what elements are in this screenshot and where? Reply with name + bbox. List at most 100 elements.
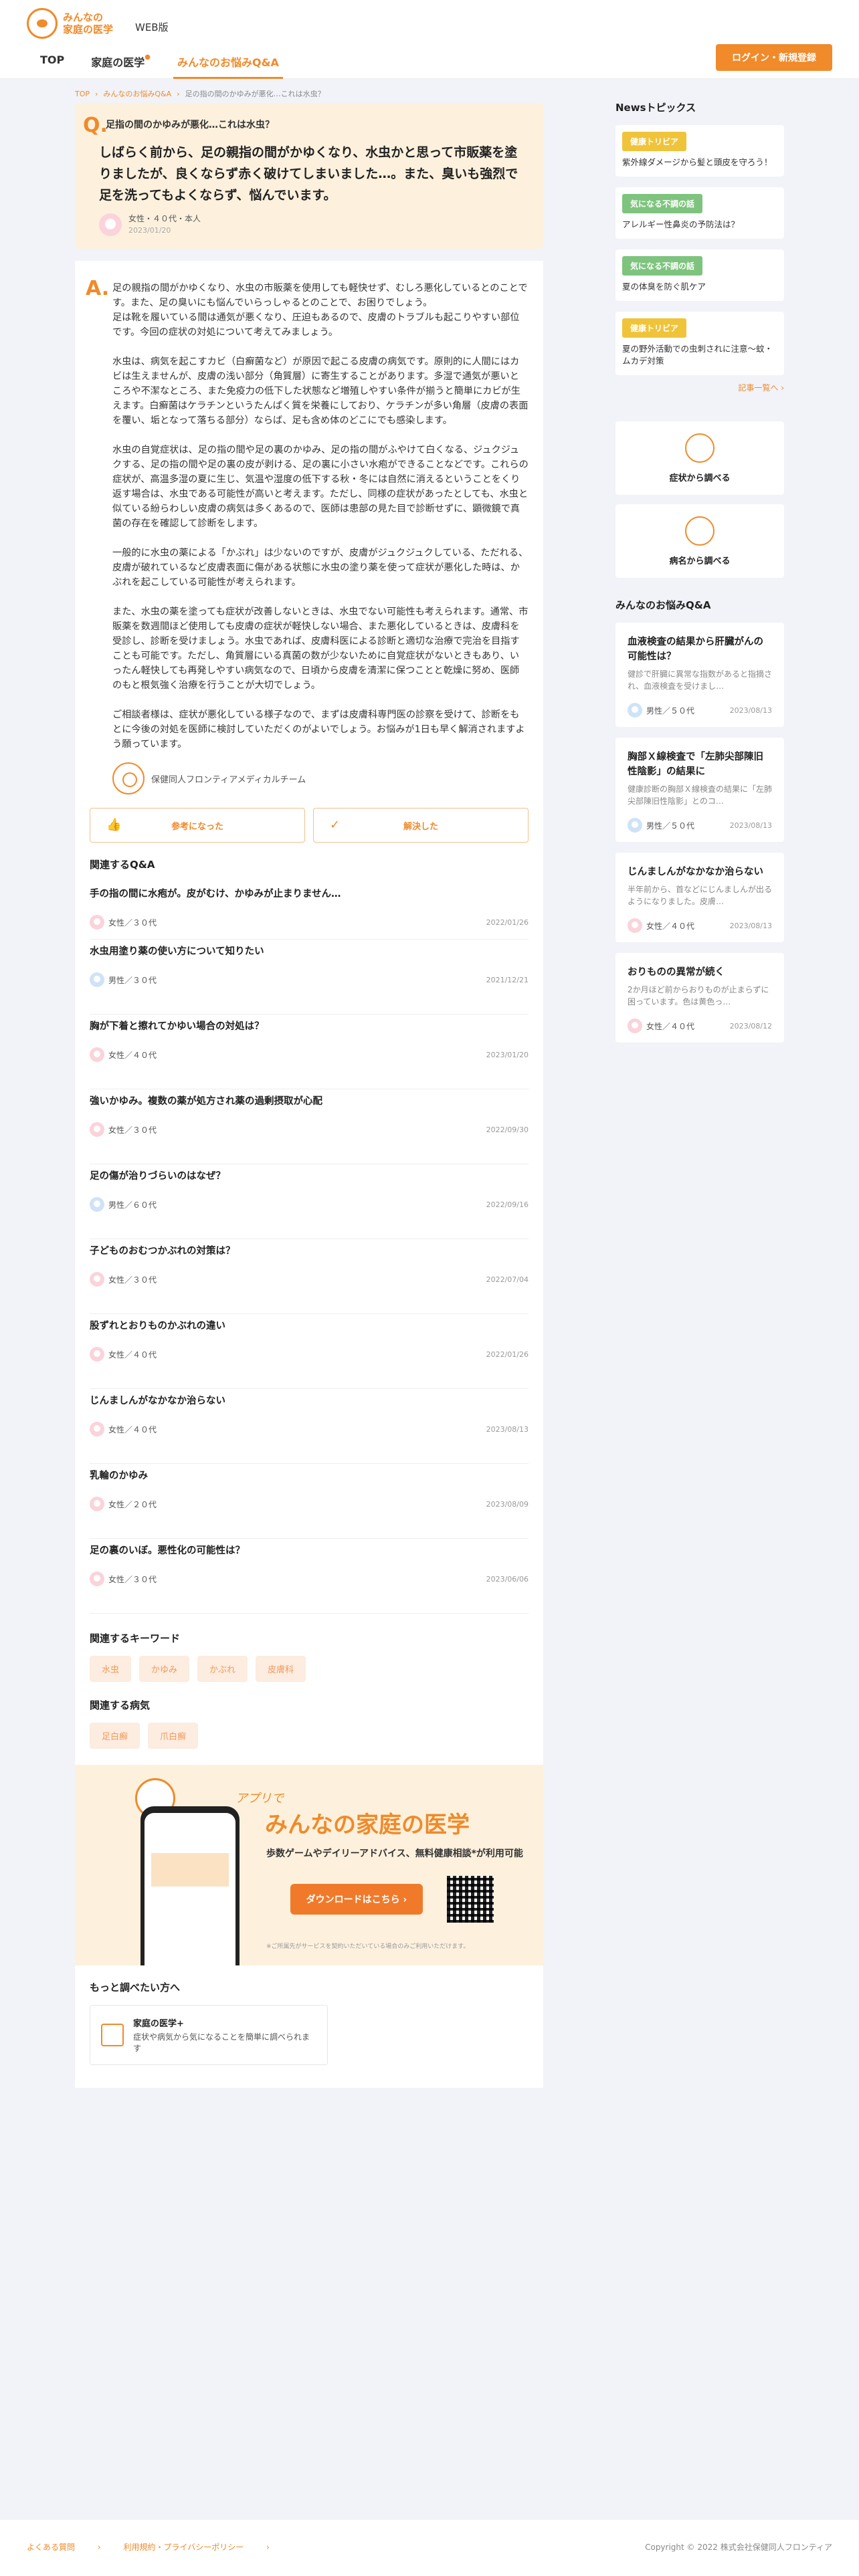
nav-home-medicine[interactable]: 家庭の医学● [78,45,164,79]
news-item[interactable]: 気になる不調の話 夏の体臭を防ぐ肌ケア [615,249,784,301]
related-qa-item[interactable]: 股ずれとおりものかぶれの違い 女性／４０代 2022/01/26 [90,1314,529,1389]
answer-card: A. 足の親指の間がかゆくなり、水虫の市販薬を使用しても軽快せず、むしろ悪化して… [75,261,543,2088]
medical-team-icon [112,762,145,794]
news-item[interactable]: 健康トリビア 夏の野外活動での虫刺されに注意〜蚊・ムカデ対策 [615,312,784,375]
related-qa-item[interactable]: 子どものおむつかぶれの対策は？ 女性／３０代 2022/07/04 [90,1239,529,1314]
related-qa-list: 手の指の間に水疱が。皮がむけ、かゆみが止まりません… 女性／３０代 2022/01/… [90,882,529,1614]
news-badge: 健康トリビア [622,132,687,151]
related-qa-user: 男性／６０代 [108,1200,157,1210]
breadcrumb-current: 足の指の間のかゆみが悪化…これは水虫？ [185,90,325,98]
disease-tag[interactable]: 爪白癬 [148,1723,199,1749]
feedback-row: 👍 参考になった ✓ 解決した [90,808,529,843]
nav-qa[interactable]: みんなのお悩みQ&A [164,45,292,79]
news-item[interactable]: 気になる不調の話 アレルギー性鼻炎の予防法は？ [615,187,784,239]
avatar-icon [90,915,104,930]
more-card-title: 家庭の医学+ [133,2018,184,2029]
question-body: しばらく前から、足の親指の間がかゆくなり、水虫かと思って市販薬を塗りましたが、良… [99,145,518,203]
disease-tags: 足白癬 爪白癬 [90,1723,529,1749]
avatar-icon [628,1018,642,1033]
related-qa-meta: 女性／３０代 2023/06/06 [90,1572,529,1586]
news-item[interactable]: 健康トリビア 紫外線ダメージから髪と頭皮を守ろう！ [615,125,784,177]
related-qa-date: 2023/06/06 [486,1574,529,1584]
breadcrumb-qa[interactable]: みんなのお悩みQ&A [103,90,171,98]
news-badge: 気になる不調の話 [622,194,703,213]
related-qa-item[interactable]: 手の指の間に水疱が。皮がむけ、かゆみが止まりません… 女性／３０代 2022/01/… [90,882,529,940]
logo-mark-icon [27,8,58,39]
related-qa-item[interactable]: 足の傷が治りづらいのはなぜ？ 男性／６０代 2022/09/16 [90,1164,529,1239]
search-by-symptom[interactable]: 症状から調べる [615,421,784,495]
disease-tag[interactable]: 足白癬 [90,1723,140,1749]
app-subtitle: 歩数ゲームやデイリーアドバイス、無料健康相談*が利用可能 [266,1848,523,1859]
page: みんなの 家庭の医学 WEB版 TOP 家庭の医学● みんなのお悩みQ&A ログ… [0,0,859,2576]
answer-paragraph: ご相談者様は、症状が悪化している様子なので、まずは皮膚科専門医の診察を受けて、診… [112,710,525,750]
avatar-icon [90,1272,104,1287]
related-qa-user: 女性／３０代 [108,918,157,928]
face-icon [685,433,714,463]
related-qa-question: 乳輪のかゆみ [90,1471,148,1481]
keyword-tag[interactable]: 皮膚科 [256,1656,306,1682]
related-qa-user: 女性／２０代 [108,1499,157,1509]
sidebar-qa-card[interactable]: 血液検査の結果から肝臓がんの可能性は？ 健診で肝臓に異常な指数があると指摘され、血… [615,623,784,727]
avatar-icon [90,972,104,987]
question-mark: Q. [83,114,108,137]
keywords-title: 関連するキーワード [90,1632,181,1644]
nav-top[interactable]: TOP [27,45,78,79]
answer-paragraph: 足の親指の間がかゆくなり、水虫の市販薬を使用しても軽快せず、むしろ悪化していると… [112,283,528,338]
helpful-button[interactable]: 👍 参考になった [90,808,305,843]
solved-button[interactable]: ✓ 解決した [313,808,529,843]
keyword-tag[interactable]: 水虫 [90,1656,132,1682]
avatar-icon [90,1197,104,1212]
answer-author: 保健同人フロンティアメディカルチーム [112,762,529,794]
related-qa-item[interactable]: じんましんがなかなか治らない 女性／４０代 2023/08/13 [90,1389,529,1464]
related-qa-item[interactable]: 足の裏のいぼ。悪性化の可能性は？ 女性／３０代 2023/06/06 [90,1539,529,1614]
news-more-link[interactable]: 記事一覧へ › [615,382,784,393]
sidebar-qa-title: 血液検査の結果から肝臓がんの可能性は？ [628,637,763,662]
breadcrumb-chevron-icon: › [177,90,180,98]
related-qa-date: 2022/01/26 [486,918,529,927]
related-qa-meta: 男性／３０代 2021/12/21 [90,972,529,987]
download-button[interactable]: ダウンロードはこちら › [290,1884,423,1915]
sidebar-qa-card[interactable]: おりものの異常が続く 2か月ほど前からおりものが止まらずに困っています。色は黄色っ… [615,953,784,1043]
answer-paragraph: また、水虫の薬を塗っても症状が改善しないときは、水虫でない可能性も考えられます。… [112,607,529,691]
related-qa-user: 女性／３０代 [108,1574,157,1584]
app-title: みんなの家庭の医学 [265,1812,470,1838]
sidebar-qa-desc: 半年前から、首などにじんましんが出るようになりました。皮膚… [628,885,773,906]
related-qa-question: 股ずれとおりものかぶれの違い [90,1321,225,1331]
avatar-icon [90,1047,104,1062]
app-banner: アプリで みんなの家庭の医学 歩数ゲームやデイリーアドバイス、無料健康相談*が利… [75,1765,543,1965]
keyword-tag[interactable]: かぶれ [197,1656,248,1682]
related-qa-user: 男性／３０代 [108,975,157,985]
diseases-title: 関連する病気 [90,1699,151,1711]
keyword-tag[interactable]: かゆみ [139,1656,190,1682]
related-qa-item[interactable]: 胸が下着と擦れてかゆい場合の対処は？ 女性／４０代 2023/01/20 [90,1014,529,1089]
related-qa-item[interactable]: 水虫用塗り薬の使い方について知りたい 男性／３０代 2021/12/21 [90,940,529,1014]
avatar-icon [628,918,642,933]
related-qa-item[interactable]: 強いかゆみ。複数の薬が処方され薬の過剰摂取が心配 女性／３０代 2022/09/30 [90,1089,529,1164]
app-note: ※ご所属先がサービスを契約いただいている場合のみご利用いただけます。 [266,1943,470,1950]
related-qa-item[interactable]: 乳輪のかゆみ女性／２０代 2023/08/09 [90,1464,529,1539]
keyword-tags: 水虫 かゆみ かぶれ 皮膚科 [90,1656,529,1682]
breadcrumb-top[interactable]: TOP [75,90,90,98]
sidebar-qa-list: 血液検査の結果から肝臓がんの可能性は？ 健診で肝臓に異常な指数があると指摘され、血… [615,623,784,1043]
related-qa-date: 2023/08/09 [486,1499,529,1509]
copyright: Copyright © 2022 株式会社保健同人フロンティア [645,2543,832,2552]
question-card: Q. 足指の間のかゆみが悪化…これは水虫？ しばらく前から、足の親指の間がかゆく… [75,103,543,249]
terms-link[interactable]: 利用規約・プライバシーポリシー › [123,2543,269,2552]
news-title: Newsトピックス [615,102,696,114]
site-logo[interactable]: みんなの 家庭の医学 [27,8,113,39]
more-card-desc: 症状や病気から気になることを簡単に調べられます [133,2032,310,2053]
sidebar-qa-date: 2023/08/13 [729,821,772,830]
sidebar-qa-card[interactable]: 胸部Ｘ線検査で「左肺尖部陳旧性陰影」の結果に 健康診断の胸部Ｘ線検査の結果に「左肺… [615,738,784,842]
logo-line2: 家庭の医学 [63,23,114,35]
site-header: みんなの 家庭の医学 WEB版 TOP 家庭の医学● みんなのお悩みQ&A ログ… [0,0,859,79]
sidebar: Newsトピックス 健康トリビア 紫外線ダメージから髪と頭皮を守ろう！ 気になる不調… [615,100,784,1053]
avatar-icon [90,1572,104,1586]
faq-link[interactable]: よくある質問 › [27,2543,101,2552]
login-button[interactable]: ログイン・新規登録 [716,44,832,71]
search-by-disease[interactable]: 病名から調べる [615,504,784,578]
more-card[interactable]: 家庭の医学+ 症状や病気から気になることを簡単に調べられます [90,2005,328,2065]
breadcrumb-chevron-icon: › [95,90,98,98]
related-qa-question: じんましんがなかなか治らない [90,1396,225,1406]
sidebar-qa-card[interactable]: じんましんがなかなか治らない 半年前から、首などにじんましんが出るようになりました… [615,853,784,942]
sidebar-qa-user: 女性／４０代 [646,1021,695,1031]
